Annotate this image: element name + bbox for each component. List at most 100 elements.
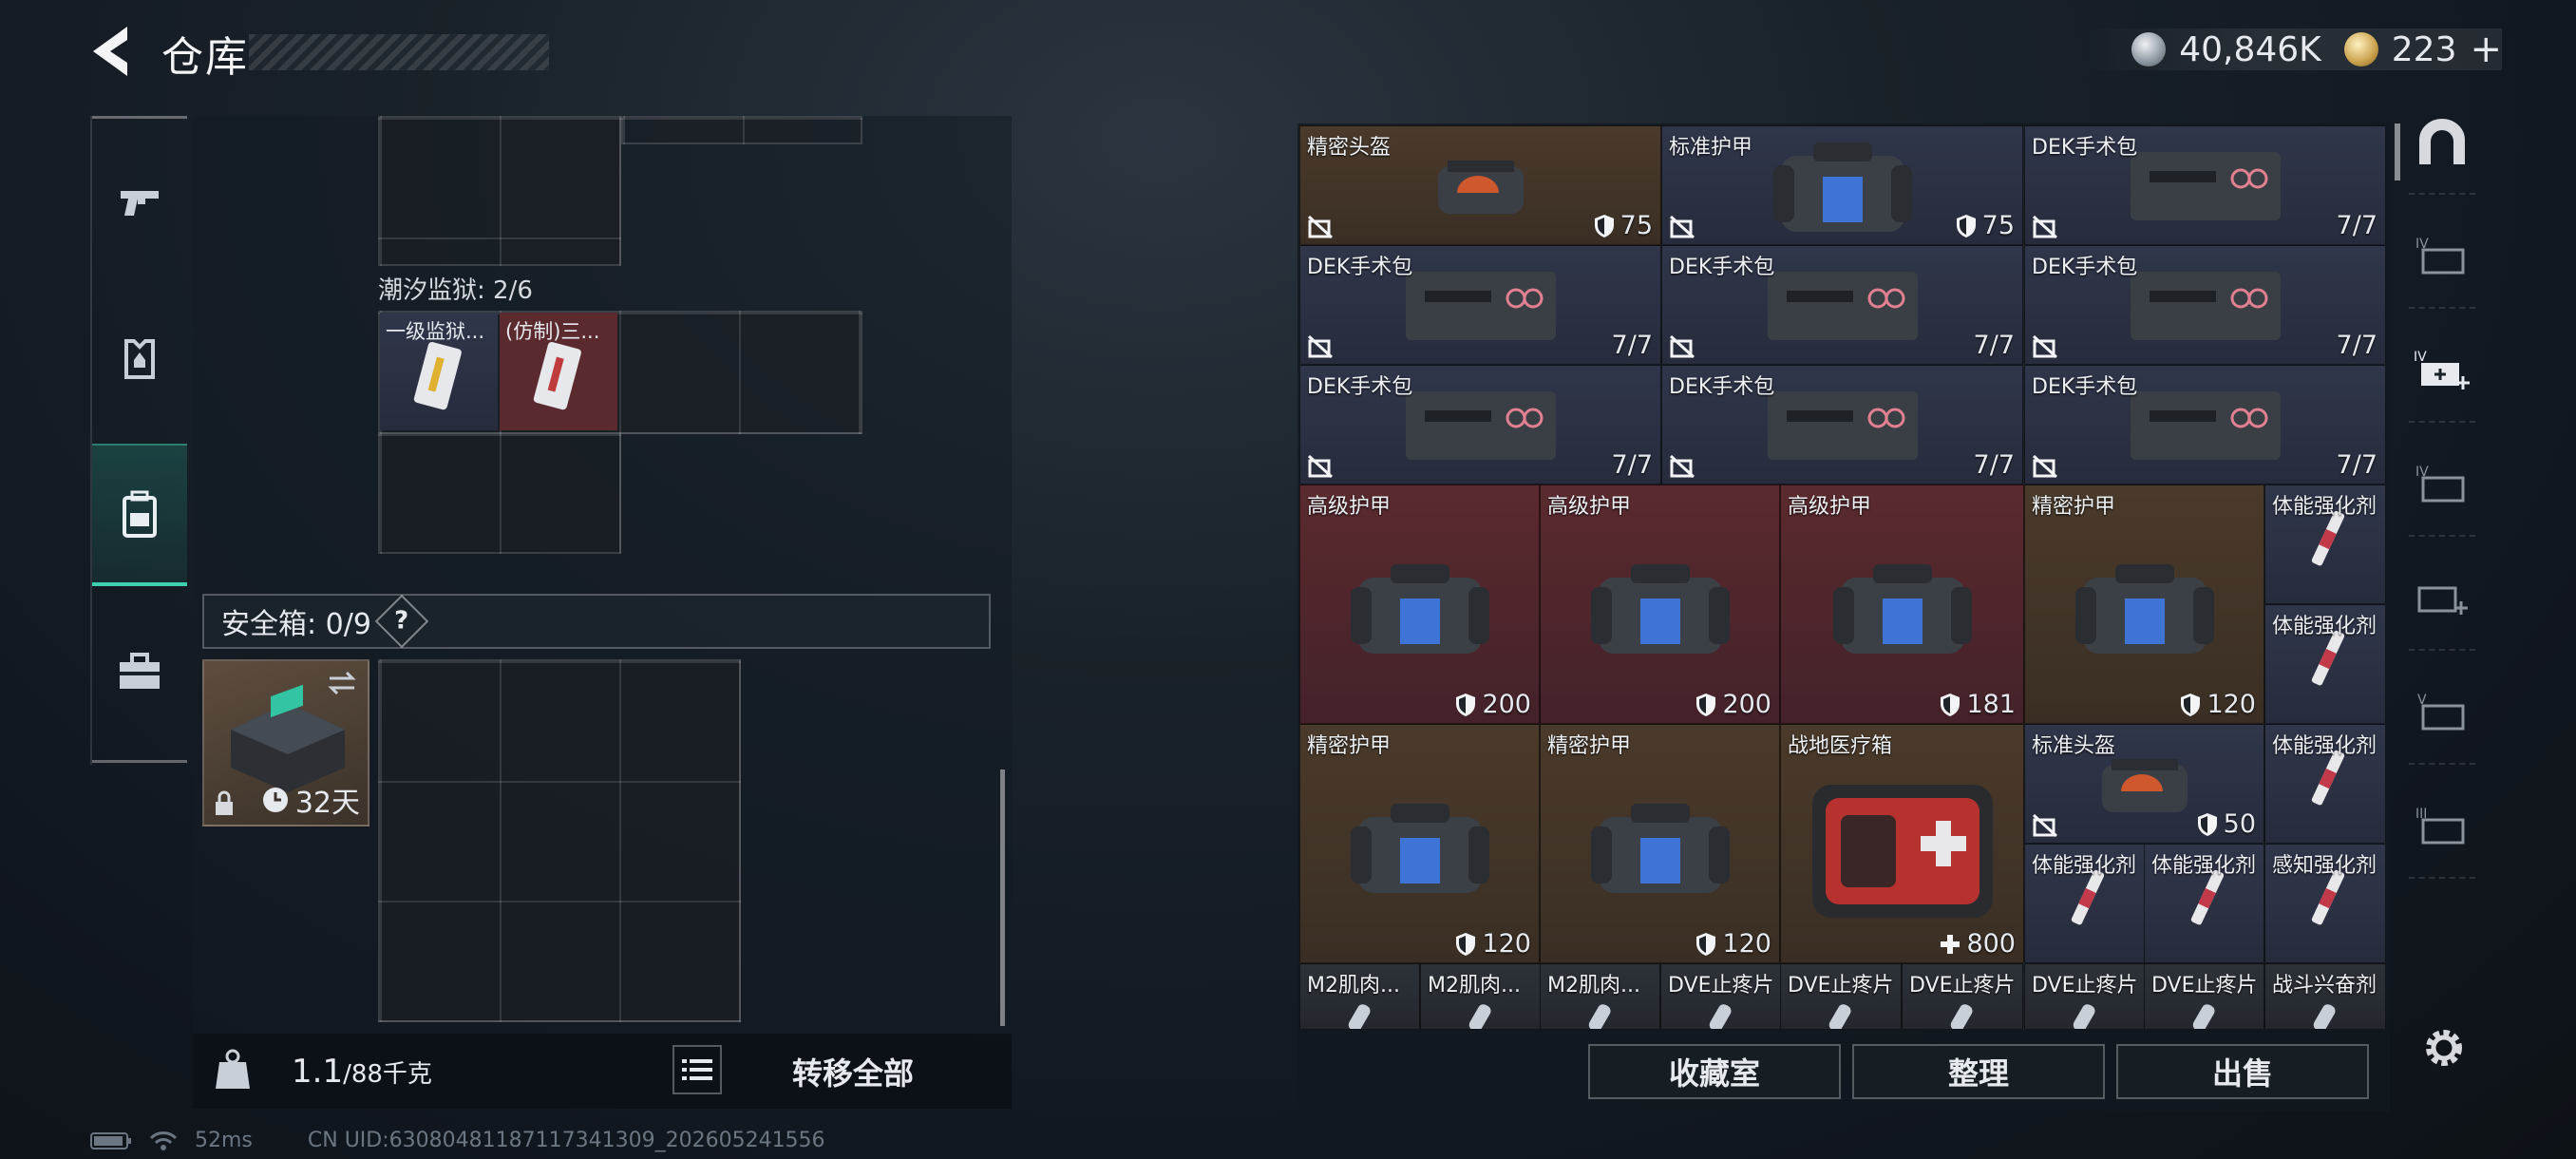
- storage-tab-iv-b[interactable]: IV: [2409, 432, 2475, 537]
- inventory-item[interactable]: DVE止疼片: [2024, 963, 2145, 1030]
- inventory-item[interactable]: 体能强化剂: [2144, 844, 2264, 963]
- broken-icon: [1307, 215, 1334, 239]
- inventory-item[interactable]: 战地医疗箱 800: [1780, 724, 2024, 963]
- item-durability: 7/7: [1611, 450, 1653, 480]
- nav-weapons[interactable]: [92, 131, 187, 274]
- sort-button[interactable]: 整理: [1852, 1044, 2105, 1099]
- broken-icon: [2032, 454, 2058, 479]
- storage-tab-v[interactable]: V: [2409, 660, 2475, 765]
- armor-bag-icon: [1590, 804, 1730, 893]
- inventory-item[interactable]: 体能强化剂: [2264, 724, 2386, 844]
- settings-button[interactable]: [2420, 1024, 2468, 1072]
- sell-button[interactable]: 出售: [2116, 1044, 2369, 1099]
- inventory-item[interactable]: 精密头盔 75: [1299, 125, 1661, 245]
- storage-tab-iii[interactable]: III: [2409, 774, 2475, 879]
- uid-text: CN UID:63080481187117341309_202605241556: [307, 1129, 825, 1152]
- inventory-item[interactable]: 精密护甲 120: [2024, 484, 2264, 724]
- inventory-item[interactable]: 高级护甲 200: [1540, 484, 1780, 724]
- item-name: DEK手术包: [2032, 256, 2138, 279]
- list-view-button[interactable]: [672, 1045, 722, 1094]
- item-name: DVE止疼片: [1909, 974, 2016, 998]
- inventory-item[interactable]: DVE止疼片: [2144, 963, 2264, 1030]
- armor-bag-icon: [1590, 564, 1730, 654]
- inventory-item[interactable]: DVE止疼片: [1902, 963, 2023, 1030]
- inventory-item[interactable]: M2肌肉...: [1420, 963, 1541, 1030]
- broken-icon: [2032, 334, 2058, 359]
- add-currency-button[interactable]: +: [2470, 28, 2502, 71]
- inventory-item[interactable]: 体能强化剂: [2264, 604, 2386, 724]
- collection-room-button[interactable]: 收藏室: [1588, 1044, 1841, 1099]
- inventory-item[interactable]: 体能强化剂: [2024, 844, 2145, 963]
- swap-icon[interactable]: [326, 669, 358, 697]
- item-name: DEK手术包: [1307, 375, 1413, 399]
- inventory-item[interactable]: DEK手术包 7/7: [1661, 245, 2023, 365]
- armor-bag-icon: [1350, 804, 1489, 893]
- item-name: 精密护甲: [2032, 495, 2116, 519]
- broken-icon: [2032, 813, 2058, 838]
- storage-tab-add[interactable]: [2409, 546, 2475, 651]
- medical-box-icon: [1811, 785, 1993, 918]
- item-name: DVE止疼片: [2032, 974, 2138, 998]
- inventory-item[interactable]: DVE止疼片: [1660, 963, 1781, 1030]
- safe-box-item[interactable]: 32天: [202, 659, 369, 826]
- backpack-icon: [123, 490, 157, 538]
- inventory-item[interactable]: 战斗兴奋剂: [2264, 963, 2386, 1030]
- inventory-item[interactable]: DEK手术包 7/7: [1299, 245, 1661, 365]
- inventory-item[interactable]: 体能强化剂: [2264, 484, 2386, 604]
- inventory-item[interactable]: 精密护甲 120: [1540, 724, 1780, 963]
- inventory-item[interactable]: DEK手术包 7/7: [1661, 365, 2023, 484]
- inventory-item[interactable]: M2肌肉...: [1540, 963, 1660, 1030]
- broken-icon: [1669, 454, 1695, 479]
- tide-prison-label: 潮汐监狱: 2/6: [378, 276, 533, 305]
- plus-icon: [1941, 934, 1960, 954]
- weight-icon: [216, 1049, 250, 1089]
- nav-armor[interactable]: [92, 287, 187, 429]
- inventory-item[interactable]: DEK手术包 7/7: [1299, 365, 1661, 484]
- nav-backpack[interactable]: [92, 444, 187, 586]
- item-name: 战斗兴奋剂: [2272, 974, 2377, 998]
- tide-slot-1[interactable]: 一级监狱...: [380, 313, 498, 430]
- tide-slot-2[interactable]: (仿制)三...: [500, 313, 617, 430]
- inventory-item[interactable]: 高级护甲 181: [1780, 484, 2024, 724]
- armor-bag-icon: [1350, 564, 1489, 654]
- broken-icon: [2032, 215, 2058, 239]
- first-aid-kit-icon: [1767, 391, 1918, 461]
- pill-icon: [2192, 1004, 2214, 1029]
- armor-bag-icon: [1772, 142, 1912, 233]
- inventory-item[interactable]: 标准护甲 75: [1661, 125, 2023, 245]
- first-aid-kit-icon: [1767, 272, 1918, 341]
- item-name: M2肌肉...: [1428, 974, 1521, 998]
- item-durability: 800: [1966, 929, 2016, 959]
- inventory-item[interactable]: DEK手术包 7/7: [2024, 245, 2386, 365]
- storage-tab-iv-a[interactable]: IV: [2409, 204, 2475, 309]
- inventory-item[interactable]: 精密护甲 120: [1299, 724, 1540, 963]
- silver-amount: 40,846K: [2179, 29, 2321, 69]
- inventory-item[interactable]: 标准头盔 50: [2024, 724, 2264, 844]
- inventory-item[interactable]: 感知强化剂: [2264, 844, 2386, 963]
- storage-tab-icon: IV: [2415, 237, 2465, 275]
- silver-coin-icon: [2131, 32, 2167, 66]
- back-button[interactable]: [85, 21, 142, 82]
- warehouse-scrollbar[interactable]: [2395, 124, 2400, 180]
- shield-icon: [1941, 693, 1960, 716]
- item-durability: 7/7: [1973, 331, 2015, 360]
- first-aid-kit-icon: [1405, 391, 1556, 461]
- item-durability: 75: [1981, 211, 2015, 240]
- item-name: 标准护甲: [1669, 136, 1753, 160]
- inventory-item[interactable]: M2肌肉...: [1299, 963, 1420, 1030]
- nav-toolbox[interactable]: [92, 600, 187, 743]
- warehouse-grid: 精密头盔 75 标准护甲 75 DEK手术包 7/7 DEK手术包 7/7 DEK手术包 7/7 D…: [1299, 125, 2386, 1030]
- item-name: 体能强化剂: [2272, 615, 2377, 638]
- inventory-item[interactable]: DVE止疼片: [1780, 963, 1902, 1030]
- item-name: 精密头盔: [1307, 136, 1392, 160]
- backpack-scrollbar[interactable]: [1000, 770, 1005, 1026]
- armor-icon: [124, 339, 155, 379]
- inventory-item[interactable]: DEK手术包 7/7: [2024, 365, 2386, 484]
- help-button[interactable]: ?: [374, 594, 429, 649]
- transfer-all-button[interactable]: 转移全部: [729, 1045, 976, 1098]
- inventory-item[interactable]: 高级护甲 200: [1299, 484, 1540, 724]
- storage-tab-all[interactable]: [2409, 90, 2475, 195]
- inventory-item[interactable]: DEK手术包 7/7: [2024, 125, 2386, 245]
- storage-tab-iv-add[interactable]: IV: [2409, 318, 2475, 423]
- pill-icon: [2313, 1004, 2336, 1029]
